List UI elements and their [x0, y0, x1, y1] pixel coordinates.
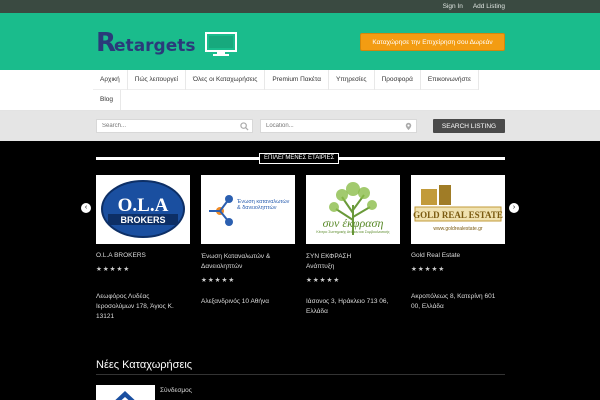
listing-thumbnail[interactable]	[96, 385, 155, 400]
star-icon: ★	[319, 277, 326, 284]
star-icon: ★	[333, 277, 340, 284]
main-nav: Αρχική Πώς λειτουργεί Όλες οι Καταχωρήσε…	[0, 70, 600, 111]
nav-item-all-listings[interactable]: Όλες οι Καταχωρήσεις	[186, 70, 266, 90]
nav-item-home[interactable]: Αρχική	[93, 70, 128, 90]
listing-image[interactable]: συν έκφραση Κέντρο Συστημικής Ατόμου και…	[306, 175, 400, 244]
nav-item-offer[interactable]: Προσφορά	[375, 70, 421, 90]
star-icon: ★	[417, 266, 424, 273]
address-line: Ελλάδα	[306, 308, 328, 315]
nav-item-contact[interactable]: Επικοινωνήστε	[421, 70, 480, 90]
rating-stars: ★ ★ ★ ★ ★	[96, 266, 129, 273]
nav-item-services[interactable]: Υπηρεσίες	[329, 70, 375, 90]
listing-name-line: Ανάπτυξη	[306, 263, 335, 270]
listing-image[interactable]: Ένωση καταναλωτών & δανειοληπτών	[201, 175, 295, 244]
star-icon: ★	[326, 277, 333, 284]
star-icon: ★	[207, 277, 214, 284]
location-search-field	[260, 119, 417, 133]
address-line: Αλεξανδρινός 10 Αθήνα	[201, 298, 270, 305]
address-line: Ιεροσολύμων 178, Άγιος Κ.	[96, 303, 174, 310]
new-listings-title: Νέες Καταχωρήσεις	[96, 359, 193, 371]
gold-real-estate-logo: GOLD REAL ESTATE www.goldrealestate.gr	[411, 175, 505, 244]
nav-item-blog[interactable]: Blog	[93, 90, 122, 110]
location-pin-icon	[405, 122, 412, 131]
top-bar: Sign In Add Listing	[0, 0, 600, 13]
star-icon: ★	[411, 266, 417, 273]
site-header: R etargets Καταχώρησε την Επιχείρηση σου…	[0, 13, 600, 70]
listing-name[interactable]: Ένωση Καταναλωτών & Δανειοληπτών	[201, 252, 301, 272]
star-icon: ★	[214, 277, 221, 284]
listing-name-line: ΣΥΝ ΕΚΦΡΑΣΗ	[306, 253, 352, 260]
search-listing-button[interactable]: SEARCH LISTING	[433, 119, 505, 133]
star-icon: ★	[123, 266, 130, 273]
section-divider	[96, 374, 505, 375]
listing-address: Λεωφόρος Λυδέας Ιεροσολύμων 178, Άγιος Κ…	[96, 292, 196, 322]
star-icon: ★	[228, 277, 235, 284]
logo-tagline: Κέντρο Συστημικής Ατόμου και Συμβουλευτι…	[316, 230, 390, 234]
rating-stars: ★ ★ ★ ★ ★	[411, 266, 444, 273]
nav-item-how-it-works[interactable]: Πώς λειτουργεί	[128, 70, 186, 90]
star-icon: ★	[312, 277, 319, 284]
svg-text:www.goldrealestate.gr: www.goldrealestate.gr	[433, 226, 483, 232]
listing-name-line: Ένωση Καταναλωτών &	[201, 253, 271, 260]
sign-in-link[interactable]: Sign In	[443, 3, 463, 10]
svg-text:GOLD REAL ESTATE: GOLD REAL ESTATE	[413, 210, 503, 220]
svg-text:O.L.A: O.L.A	[118, 195, 169, 216]
star-icon: ★	[431, 266, 438, 273]
carousel-next-button[interactable]: ›	[509, 203, 519, 213]
top-links: Sign In Add Listing	[443, 0, 505, 13]
svg-text:BROKERS: BROKERS	[120, 215, 165, 225]
star-icon: ★	[109, 266, 116, 273]
add-business-button[interactable]: Καταχώρησε την Επιχείρηση σου Δωρεάν	[360, 33, 505, 51]
star-icon: ★	[438, 266, 445, 273]
logo-initial: R	[96, 28, 116, 58]
listing-name[interactable]: Gold Real Estate	[411, 252, 460, 259]
ola-brokers-logo: O.L.A BROKERS	[96, 175, 190, 244]
search-bar: SEARCH LISTING	[0, 111, 600, 141]
listing-address: Ακροπόλεως 8, Κατερίνη 601 00, Ελλάδα	[411, 292, 511, 312]
listing-logo-image	[96, 385, 155, 400]
star-icon: ★	[102, 266, 109, 273]
carousel-prev-button[interactable]: ‹	[81, 203, 91, 213]
star-icon: ★	[221, 277, 228, 284]
listing-image[interactable]: GOLD REAL ESTATE www.goldrealestate.gr	[411, 175, 505, 244]
listing-name[interactable]: ΣΥΝ ΕΚΦΡΑΣΗ Ανάπτυξη	[306, 252, 406, 272]
rating-stars: ★ ★ ★ ★ ★	[201, 277, 234, 284]
address-line: Ιάσονος 3, Ηράκλειο 713 06,	[306, 298, 389, 305]
nav-item-premium[interactable]: Premium Πακέτα	[265, 70, 329, 90]
listing-address: Ιάσονος 3, Ηράκλειο 713 06, Ελλάδα	[306, 297, 406, 317]
monitor-icon	[204, 32, 237, 56]
star-icon: ★	[306, 277, 312, 284]
consumer-union-logo: Ένωση καταναλωτών & δανειοληπτών	[201, 175, 295, 244]
nav-row: Αρχική Πώς λειτουργεί Όλες οι Καταχωρήσε…	[93, 70, 480, 90]
listing-address: Αλεξανδρινός 10 Αθήνα	[201, 297, 301, 307]
star-icon: ★	[201, 277, 207, 284]
logo-text: Ένωση καταναλωτών & δανειοληπτών	[237, 199, 290, 211]
listing-name[interactable]: Σύνδεσμος	[160, 387, 192, 394]
listing-name[interactable]: O.L.A BROKERS	[96, 252, 146, 259]
address-line: 00, Ελλάδα	[411, 303, 444, 310]
star-icon: ★	[424, 266, 431, 273]
address-line: Λεωφόρος Λυδέας	[96, 293, 150, 300]
site-logo[interactable]: R etargets	[96, 27, 237, 59]
keyword-search-field	[96, 119, 253, 133]
search-icon	[240, 122, 249, 131]
star-icon: ★	[96, 266, 102, 273]
search-input[interactable]	[97, 120, 252, 132]
location-input[interactable]	[261, 120, 416, 132]
featured-title: ΕΠΙΛΕΓΜΕΝΕΣ ΕΤΑΙΡΙΕΣ	[259, 153, 340, 164]
nav-row-2: Blog	[93, 90, 122, 110]
listing-name-line: Δανειοληπτών	[201, 263, 243, 270]
star-icon: ★	[116, 266, 123, 273]
svg-text:συν έκφραση: συν έκφραση	[323, 216, 384, 230]
address-line: Ακροπόλεως 8, Κατερίνη 601	[411, 293, 496, 300]
address-line: 13121	[96, 313, 115, 320]
syn-ekfrasi-logo: συν έκφραση Κέντρο Συστημικής Ατόμου και…	[306, 175, 400, 244]
add-listing-link[interactable]: Add Listing	[473, 3, 505, 10]
logo-text: etargets	[114, 35, 196, 56]
listing-image[interactable]: O.L.A BROKERS	[96, 175, 190, 244]
rating-stars: ★ ★ ★ ★ ★	[306, 277, 339, 284]
